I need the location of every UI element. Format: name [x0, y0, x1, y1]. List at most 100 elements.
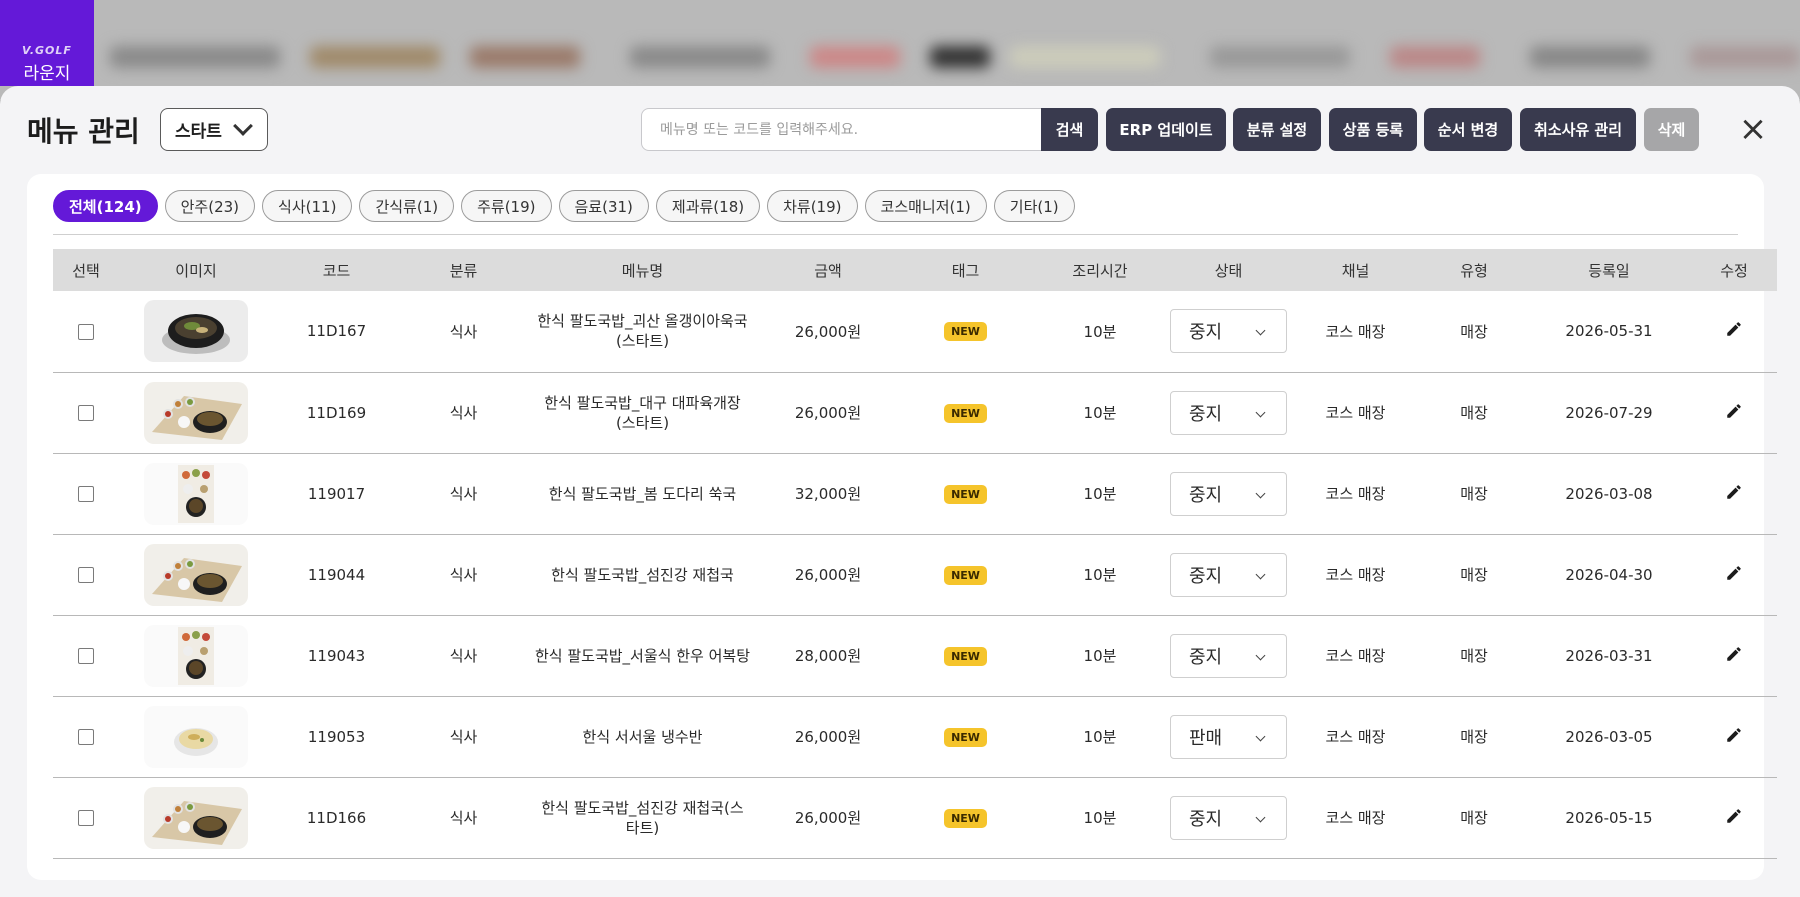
- pencil-icon[interactable]: [1725, 726, 1743, 748]
- channel-cell: 코스 매장: [1290, 615, 1421, 697]
- status-value: 중지: [1189, 646, 1223, 668]
- pencil-icon[interactable]: [1725, 564, 1743, 586]
- status-value: 중지: [1189, 322, 1223, 344]
- row-checkbox[interactable]: [78, 405, 94, 421]
- filter-tab[interactable]: 기타(1): [993, 190, 1075, 222]
- tag-cell: NEW: [898, 696, 1033, 778]
- type-cell: 매장: [1421, 453, 1527, 535]
- menu-image: [144, 462, 248, 525]
- table-row: 119017 식사 한식 팔도국밥_봄 도다리 쑥국 32,000원 NEW 10분 중지 코…: [53, 453, 1777, 535]
- category-settings-button[interactable]: 분류 설정: [1233, 108, 1321, 151]
- image-cell: [119, 777, 273, 859]
- row-checkbox[interactable]: [78, 486, 94, 502]
- pencil-icon[interactable]: [1725, 320, 1743, 342]
- status-select[interactable]: 판매: [1170, 714, 1287, 759]
- date-cell: 2026-03-08: [1527, 453, 1691, 535]
- chevron-down-icon: [1255, 731, 1266, 741]
- price-cell: 26,000원: [758, 534, 898, 616]
- tag-cell: NEW: [898, 534, 1033, 616]
- menu-image: [144, 300, 248, 363]
- menu-panel: 전체(124) 안주(23) 식사(11) 간식류(1) 주류(19) 음료(31) 제과류…: [27, 174, 1777, 880]
- code-cell: 11D167: [273, 291, 400, 373]
- status-select[interactable]: 중지: [1170, 633, 1287, 678]
- lounge-logo: V.GOLF 라운지: [0, 0, 94, 86]
- image-cell: [119, 372, 273, 454]
- menu-name-line2: (스타트): [615, 332, 670, 351]
- edit-cell: [1691, 777, 1777, 859]
- category-cell: 식사: [400, 777, 527, 859]
- chevron-down-icon: [1255, 650, 1266, 660]
- new-badge: NEW: [944, 565, 987, 585]
- pencil-icon[interactable]: [1725, 807, 1743, 829]
- status-select[interactable]: 중지: [1170, 552, 1287, 597]
- date-cell: 2026-03-31: [1527, 615, 1691, 697]
- store-select-value: 스타트: [175, 122, 222, 142]
- store-select[interactable]: 스타트: [160, 108, 268, 151]
- filter-tab[interactable]: 주류(19): [461, 190, 552, 222]
- status-select[interactable]: 중지: [1170, 795, 1287, 840]
- pencil-icon[interactable]: [1725, 645, 1743, 667]
- image-cell: [119, 696, 273, 778]
- filter-tab[interactable]: 제과류(18): [655, 190, 761, 222]
- date-cell: 2026-03-05: [1527, 696, 1691, 778]
- search-button[interactable]: 검색: [1041, 108, 1098, 151]
- row-checkbox[interactable]: [78, 810, 94, 826]
- select-cell: [53, 615, 119, 697]
- filter-tab[interactable]: 전체(124): [53, 190, 158, 222]
- erp-update-button[interactable]: ERP 업데이트: [1106, 108, 1226, 151]
- filter-tab[interactable]: 간식류(1): [359, 190, 455, 222]
- filter-tab[interactable]: 식사(11): [262, 190, 353, 222]
- menu-name-line1: 한식 팔도국밥_대구 대파육개장: [544, 393, 741, 412]
- product-register-button[interactable]: 상품 등록: [1329, 108, 1417, 151]
- close-icon[interactable]: ×: [1738, 112, 1768, 146]
- menu-name-cell: 한식 팔도국밥_서울식 한우 어복탕: [527, 615, 758, 697]
- status-select[interactable]: 중지: [1170, 309, 1287, 354]
- new-badge: NEW: [944, 403, 987, 423]
- cancel-reason-button[interactable]: 취소사유 관리: [1520, 108, 1636, 151]
- row-checkbox[interactable]: [78, 648, 94, 664]
- code-cell: 11D166: [273, 777, 400, 859]
- category-filter-tabs: 전체(124) 안주(23) 식사(11) 간식류(1) 주류(19) 음료(31) 제과류…: [53, 190, 1075, 222]
- pencil-icon[interactable]: [1725, 402, 1743, 424]
- column-header: 선택: [53, 249, 119, 291]
- image-cell: [119, 291, 273, 373]
- reorder-button[interactable]: 순서 변경: [1424, 108, 1512, 151]
- status-cell: 중지: [1167, 615, 1290, 697]
- type-cell: 매장: [1421, 696, 1527, 778]
- category-cell: 식사: [400, 453, 527, 535]
- filter-tab[interactable]: 차류(19): [767, 190, 858, 222]
- pencil-icon[interactable]: [1725, 483, 1743, 505]
- cook-time-cell: 10분: [1033, 291, 1167, 373]
- menu-name-line1: 한식 팔도국밥_서울식 한우 어복탕: [534, 646, 750, 665]
- blurred-content: [110, 10, 1800, 90]
- menu-name-line1: 한식 팔도국밥_봄 도다리 쑥국: [548, 484, 737, 503]
- image-cell: [119, 534, 273, 616]
- column-header: 유형: [1421, 249, 1527, 291]
- status-value: 중지: [1189, 403, 1223, 425]
- price-cell: 28,000원: [758, 615, 898, 697]
- filter-tab[interactable]: 안주(23): [164, 190, 256, 222]
- filter-tab[interactable]: 음료(31): [558, 190, 649, 222]
- menu-name-line1: 한식 팔도국밥_섬진강 재첩국(스: [541, 798, 744, 817]
- column-header: 태그: [898, 249, 1033, 291]
- logo-label: 라운지: [23, 64, 71, 84]
- divider: [53, 234, 1738, 235]
- status-select[interactable]: 중지: [1170, 471, 1287, 516]
- status-value: 중지: [1189, 484, 1223, 506]
- search-input[interactable]: [641, 108, 1042, 151]
- type-cell: 매장: [1421, 615, 1527, 697]
- chevron-down-icon: [1255, 569, 1266, 579]
- delete-button[interactable]: 삭제: [1644, 108, 1699, 151]
- filter-tab[interactable]: 코스매니저(1): [864, 190, 987, 222]
- row-checkbox[interactable]: [78, 323, 94, 340]
- status-select[interactable]: 중지: [1170, 390, 1287, 435]
- status-value: 판매: [1189, 727, 1223, 749]
- row-checkbox[interactable]: [78, 567, 94, 583]
- chevron-down-icon: [1255, 812, 1266, 822]
- row-checkbox[interactable]: [78, 729, 94, 745]
- edit-cell: [1691, 291, 1777, 373]
- new-badge: NEW: [944, 646, 987, 666]
- type-cell: 매장: [1421, 291, 1527, 373]
- code-cell: 119017: [273, 453, 400, 535]
- edit-cell: [1691, 615, 1777, 697]
